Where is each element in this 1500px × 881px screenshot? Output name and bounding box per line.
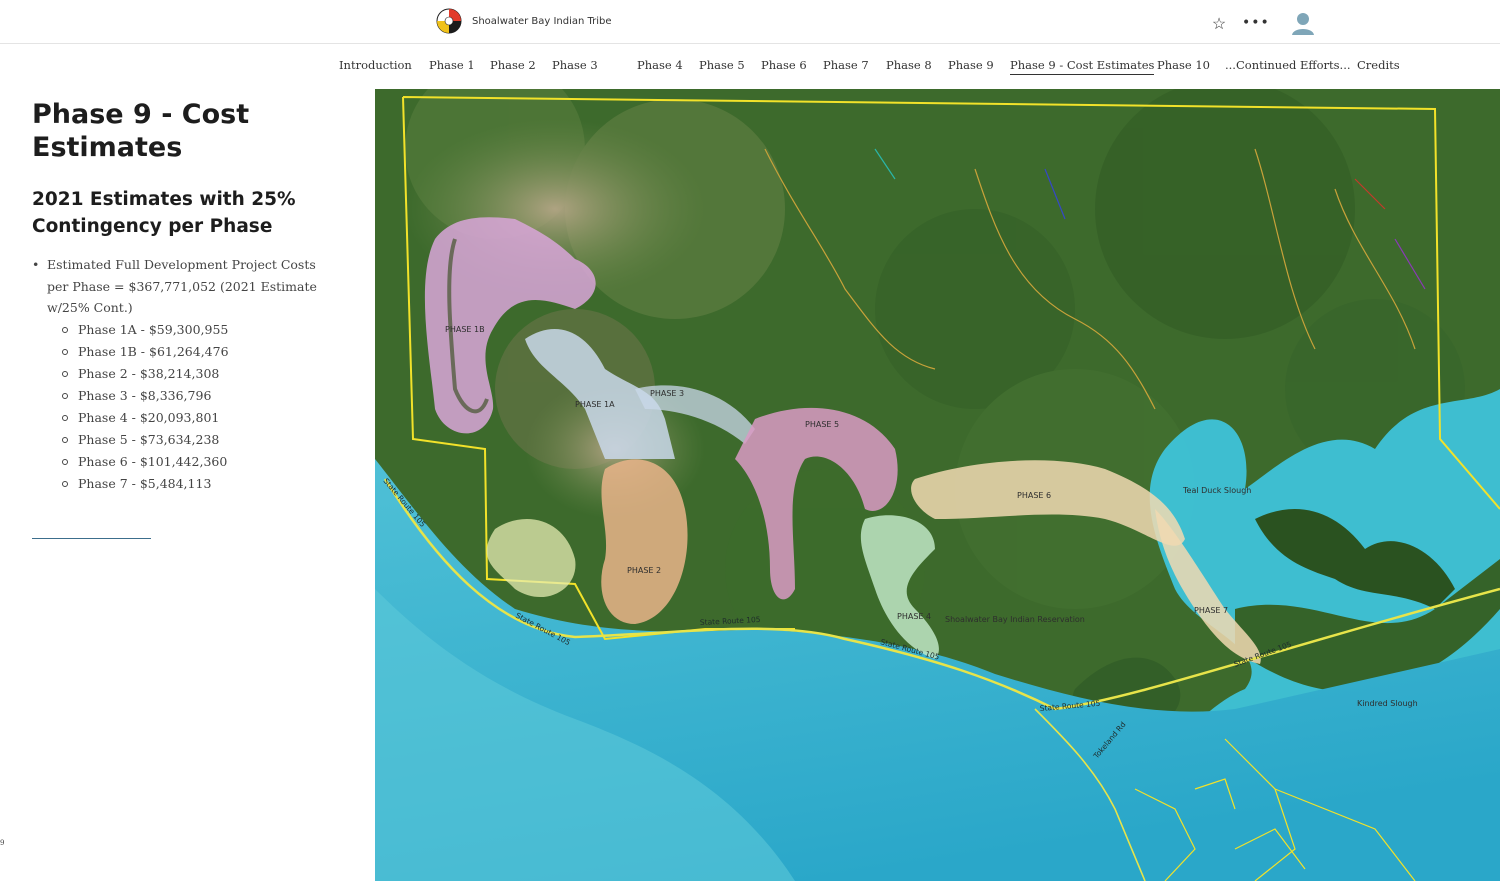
site-title: Shoalwater Bay Indian Tribe xyxy=(472,15,612,27)
narrative-panel: Phase 9 - Cost Estimates 2021 Estimates … xyxy=(32,98,332,495)
top-bar: Shoalwater Bay Indian Tribe ☆ ••• xyxy=(0,0,1500,44)
star-icon[interactable]: ☆ xyxy=(1210,14,1228,33)
total-cost-text: Estimated Full Development Project Costs… xyxy=(47,257,317,315)
list-item: Phase 4 - $20,093,801 xyxy=(62,407,332,429)
tab-phase-1[interactable]: Phase 1 xyxy=(429,58,475,72)
section-subtitle: 2021 Estimates with 25% Contingency per … xyxy=(32,189,296,237)
phase-2-label: PHASE 2 xyxy=(627,566,661,575)
phase-cost-sublist: Phase 1A - $59,300,955 Phase 1B - $61,26… xyxy=(47,319,332,495)
list-item: Phase 6 - $101,442,360 xyxy=(62,451,332,473)
tab-phase-3[interactable]: Phase 3 xyxy=(552,58,598,72)
tab-phase-9-cost-estimates[interactable]: Phase 9 - Cost Estimates xyxy=(1010,58,1155,75)
site-plan-map[interactable]: PHASE 1B PHASE 1A PHASE 3 PHASE 2 PHASE … xyxy=(375,89,1500,881)
list-item: Phase 7 - $5,484,113 xyxy=(62,473,332,495)
tab-continued-efforts[interactable]: ...Continued Efforts... xyxy=(1225,58,1351,72)
phase-4-label: PHASE 4 xyxy=(897,612,931,621)
corner-mark: 9 xyxy=(0,839,5,847)
tab-phase-4[interactable]: Phase 4 xyxy=(637,58,683,72)
tab-phase-10[interactable]: Phase 10 xyxy=(1157,58,1210,72)
cost-list: Estimated Full Development Project Costs… xyxy=(32,254,332,495)
tribe-logo-icon xyxy=(436,8,462,34)
list-item: Phase 2 - $38,214,308 xyxy=(62,363,332,385)
list-item: Phase 1A - $59,300,955 xyxy=(62,319,332,341)
tab-phase-2[interactable]: Phase 2 xyxy=(490,58,536,72)
phase-3-label: PHASE 3 xyxy=(650,389,684,398)
tab-phase-6[interactable]: Phase 6 xyxy=(761,58,807,72)
tab-phase-7[interactable]: Phase 7 xyxy=(823,58,869,72)
section-divider xyxy=(32,538,151,539)
brand[interactable]: Shoalwater Bay Indian Tribe xyxy=(436,8,612,34)
phase-7-label: PHASE 7 xyxy=(1194,606,1228,615)
user-avatar-icon[interactable] xyxy=(1290,10,1316,36)
top-actions: ☆ ••• xyxy=(1210,10,1316,36)
phase-1b-label: PHASE 1B xyxy=(445,325,485,334)
story-navigation: Introduction Phase 1 Phase 2 Phase 3 Pha… xyxy=(0,56,1500,78)
reservation-label: Shoalwater Bay Indian Reservation xyxy=(945,615,1085,624)
tab-phase-8[interactable]: Phase 8 xyxy=(886,58,932,72)
teal-duck-slough-label: Teal Duck Slough xyxy=(1182,486,1251,495)
phase-5-label: PHASE 5 xyxy=(805,420,839,429)
list-item: Phase 5 - $73,634,238 xyxy=(62,429,332,451)
list-item: Phase 3 - $8,336,796 xyxy=(62,385,332,407)
page-title: Phase 9 - Cost Estimates xyxy=(32,99,250,163)
tab-phase-5[interactable]: Phase 5 xyxy=(699,58,745,72)
tab-phase-9[interactable]: Phase 9 xyxy=(948,58,994,72)
tab-credits[interactable]: Credits xyxy=(1357,58,1400,72)
phase-6-label: PHASE 6 xyxy=(1017,491,1051,500)
tab-introduction[interactable]: Introduction xyxy=(339,58,412,72)
list-item: Phase 1B - $61,264,476 xyxy=(62,341,332,363)
more-icon[interactable]: ••• xyxy=(1242,15,1270,31)
map-canvas[interactable]: PHASE 1B PHASE 1A PHASE 3 PHASE 2 PHASE … xyxy=(375,89,1500,881)
phase-1a-label: PHASE 1A xyxy=(575,400,615,409)
list-item: Estimated Full Development Project Costs… xyxy=(32,254,332,495)
kindred-slough-label: Kindred Slough xyxy=(1357,699,1418,708)
